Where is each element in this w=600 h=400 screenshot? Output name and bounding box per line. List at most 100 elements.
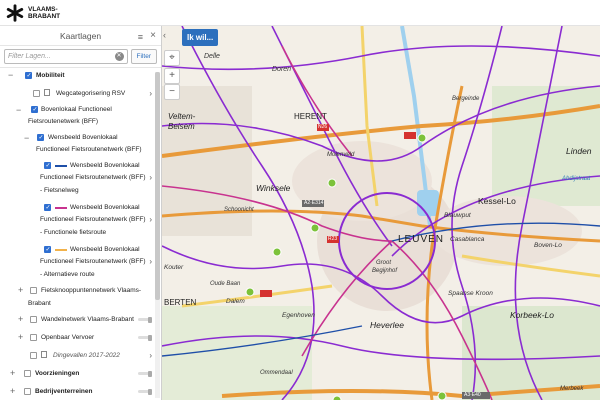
filter-button[interactable]: Filter xyxy=(130,49,157,64)
road-shield: R23 xyxy=(328,236,338,242)
chevron-right-icon[interactable]: › xyxy=(149,257,152,266)
legend-line xyxy=(55,207,67,209)
map-label: Groot xyxy=(376,260,392,266)
layer-ongevallen[interactable]: Dingevallen 2017-2022 › xyxy=(0,348,154,362)
close-icon[interactable]: × xyxy=(150,30,156,41)
map-label: Kouter xyxy=(164,264,184,271)
expand-icon[interactable]: + xyxy=(10,387,15,396)
layer-bovenlokaal-bff[interactable]: − Bovenlokaal Functioneel Fietsroutenetw… xyxy=(0,104,154,128)
chevron-right-icon[interactable]: › xyxy=(149,351,152,360)
panel-header: Kaartlagen ≡ × xyxy=(0,26,161,46)
checkbox[interactable] xyxy=(33,90,40,97)
chevron-right-icon[interactable]: › xyxy=(149,89,152,98)
checkbox[interactable] xyxy=(25,72,32,79)
map-label: Delle xyxy=(204,53,220,60)
zoom-in-button[interactable]: + xyxy=(164,68,180,84)
legend-line xyxy=(55,165,67,167)
expand-icon[interactable]: + xyxy=(10,369,15,378)
chevron-right-icon[interactable]: › xyxy=(149,215,152,224)
collapse-panel-icon[interactable]: ‹ xyxy=(163,30,166,40)
layer-functionele-fietsroute[interactable]: Wensbeeld Bovenlokaal Functioneel Fietsr… xyxy=(0,202,154,240)
scrollbar-thumb[interactable] xyxy=(155,72,160,300)
layer-fietsnelweg[interactable]: Wensbeeld Bovenlokaal Functioneel Fietsr… xyxy=(0,160,154,198)
checkbox[interactable] xyxy=(44,162,51,169)
layer-type-icon xyxy=(44,89,50,96)
map-label: Heverlee xyxy=(370,320,405,330)
clear-icon[interactable]: ✕ xyxy=(114,52,124,61)
map-label: Doren xyxy=(272,66,292,73)
map-label: Casablanca xyxy=(450,236,485,243)
map-label: Beisem xyxy=(168,122,195,131)
expand-icon[interactable]: + xyxy=(18,286,23,295)
map-label: Kessel-Lo xyxy=(478,196,516,206)
opacity-slider[interactable] xyxy=(138,388,152,395)
layer-voorzieningen[interactable]: + Voorzieningen xyxy=(0,366,154,380)
panel-scrollbar[interactable] xyxy=(155,72,160,398)
legend-line xyxy=(55,249,67,251)
layers-panel: Kaartlagen ≡ × Filter Lagen... ✕ Filter … xyxy=(0,26,162,400)
checkbox[interactable] xyxy=(30,287,37,294)
layer-wensbeeld-bff[interactable]: − Wensbeeld Bovenlokaal Functioneel Fiet… xyxy=(0,132,154,156)
road-shield: A2·E314 xyxy=(304,200,324,206)
map-label: Merbeek xyxy=(560,386,584,392)
map-label: Blauwput xyxy=(444,212,471,219)
layer-type-icon xyxy=(41,351,47,358)
road-shield: A3·E40 xyxy=(464,392,481,398)
layer-openbaar-vervoer[interactable]: + Openbaar Vervoer xyxy=(0,330,154,344)
map-label: Abdijstraat xyxy=(562,176,591,182)
map-label: Boven-Lo xyxy=(534,242,562,249)
app-header: VLAAMS- BRABANT xyxy=(0,0,600,26)
checkbox[interactable] xyxy=(24,388,31,395)
map-label: Bergeinde xyxy=(452,96,480,102)
road-shield: N26 xyxy=(318,124,328,130)
collapse-icon[interactable]: − xyxy=(8,71,13,80)
chevron-right-icon[interactable]: › xyxy=(149,173,152,182)
map-label: Molenveld xyxy=(327,152,355,158)
opacity-slider[interactable] xyxy=(138,334,152,341)
logo-text: VLAAMS- BRABANT xyxy=(28,5,61,20)
checkbox[interactable] xyxy=(24,370,31,377)
map-label: Schoonicht xyxy=(224,207,254,213)
map-label: Winksele xyxy=(256,183,291,193)
collapse-icon[interactable]: − xyxy=(24,134,29,143)
filter-row: Filter Lagen... ✕ Filter xyxy=(0,46,161,68)
menu-icon[interactable]: ≡ xyxy=(138,32,143,42)
checkbox[interactable] xyxy=(30,316,37,323)
checkbox[interactable] xyxy=(44,246,51,253)
map-label: Linden xyxy=(566,146,592,156)
collapse-icon[interactable]: − xyxy=(16,106,21,115)
locate-icon[interactable]: ⌖ xyxy=(164,50,180,66)
map-view[interactable]: Delle Doren Veltem- Beisem HERENT Molenv… xyxy=(162,26,600,400)
map-label: Egenhoven xyxy=(282,312,315,319)
layer-wandelnetwerk[interactable]: + Wandelnetwerk Vlaams-Brabant xyxy=(0,312,154,326)
checkbox[interactable] xyxy=(31,106,38,113)
opacity-slider[interactable] xyxy=(138,316,152,323)
map-label: Oude Baan xyxy=(210,281,241,287)
map-label: HERENT xyxy=(294,112,327,121)
map-label: Ommendaal xyxy=(260,370,293,376)
map-label: Begijnhof xyxy=(372,268,398,274)
expand-icon[interactable]: + xyxy=(18,315,23,324)
ik-wil-button[interactable]: Ik wil... xyxy=(182,29,219,46)
checkbox[interactable] xyxy=(37,134,44,141)
layer-tree: − Mobiliteit Wegcategorisering RSV › − B… xyxy=(0,68,154,400)
checkbox[interactable] xyxy=(30,334,37,341)
layer-bedrijventerreinen[interactable]: + Bedrijventerreinen xyxy=(0,384,154,398)
map-label: Veltem- xyxy=(168,112,196,121)
filter-input[interactable]: Filter Lagen... ✕ xyxy=(4,49,128,64)
vlaams-brabant-logo-icon xyxy=(6,3,24,22)
layer-fietsknooppunten[interactable]: + Fietsknooppuntennetwerk Vlaams- Braban… xyxy=(0,284,154,310)
map-label: Dalem xyxy=(226,298,245,305)
layer-wegcategorisering[interactable]: Wegcategorisering RSV › xyxy=(0,86,154,100)
checkbox[interactable] xyxy=(44,204,51,211)
zoom-out-button[interactable]: − xyxy=(164,84,180,100)
map-canvas[interactable] xyxy=(162,26,600,400)
map-label: Spaanse Kroon xyxy=(448,290,493,297)
map-label: BERTEN xyxy=(164,298,197,307)
map-label-city: LEUVEN xyxy=(398,234,445,245)
checkbox[interactable] xyxy=(30,352,37,359)
expand-icon[interactable]: + xyxy=(18,333,23,342)
opacity-slider[interactable] xyxy=(138,370,152,377)
layer-alternatieve-route[interactable]: Wensbeeld Bovenlokaal Functioneel Fietsr… xyxy=(0,244,154,282)
layer-mobiliteit[interactable]: − Mobiliteit xyxy=(0,70,154,82)
